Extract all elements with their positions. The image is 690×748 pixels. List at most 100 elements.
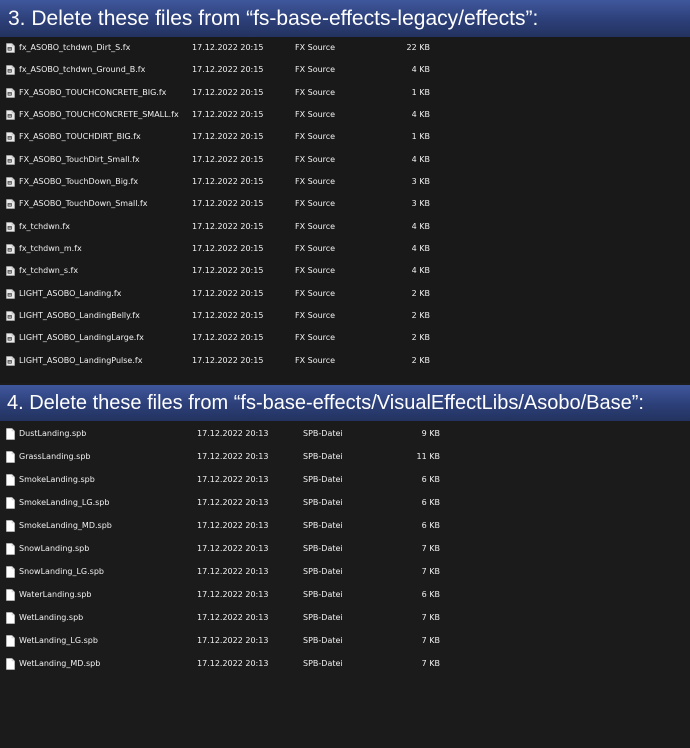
file-type: SPB-Datei: [303, 589, 343, 599]
file-type: SPB-Datei: [303, 658, 343, 668]
file-row[interactable]: fx_tchdwn_s.fx 17.12.2022 20:15 FX Source 4…: [0, 260, 690, 282]
file-name: FX_ASOBO_TouchDirt_Small.fx: [19, 154, 140, 164]
file-size: 6 KB: [421, 520, 440, 530]
blank-file-icon: [6, 634, 15, 647]
file-name: SmokeLanding_LG.spb: [19, 497, 110, 507]
file-row[interactable]: FX_ASOBO_TouchDown_Small.fx 17.12.2022 20…: [0, 193, 690, 215]
blank-file-icon: [6, 565, 15, 578]
fx-file-icon: [6, 355, 15, 366]
section-heading-text: 3. Delete these files from “fs-base-effe…: [8, 7, 539, 30]
file-type: FX Source: [295, 176, 336, 186]
file-date-modified: 17.12.2022 20:15: [192, 355, 264, 365]
file-size: 4 KB: [411, 65, 430, 75]
file-name: WaterLanding.spb: [19, 589, 92, 599]
file-row[interactable]: DustLanding.spb 17.12.2022 20:13 SPB-Datei…: [0, 423, 690, 445]
file-name: fx_tchdwn.fx: [19, 221, 70, 231]
file-size: 7 KB: [421, 635, 440, 645]
file-type: FX Source: [295, 355, 336, 365]
file-date-modified: 17.12.2022 20:13: [197, 566, 269, 576]
blank-file-icon: [6, 474, 15, 486]
file-row[interactable]: LIGHT_ASOBO_LandingLarge.fx 17.12.2022 20…: [0, 327, 690, 349]
file-row[interactable]: FX_ASOBO_TouchDown_Big.fx 17.12.2022 20:1…: [0, 171, 690, 193]
fx-file-icon: [6, 132, 15, 143]
file-size: 7 KB: [421, 566, 440, 576]
blank-file-icon: [6, 611, 15, 624]
file-type: FX Source: [295, 221, 336, 231]
section-heading-text: 4. Delete these files from “fs-base-effe…: [7, 392, 644, 414]
file-row[interactable]: FX_ASOBO_TouchDirt_Small.fx 17.12.2022 20…: [0, 149, 690, 171]
file-date-modified: 17.12.2022 20:15: [192, 199, 264, 209]
file-name: FX_ASOBO_TOUCHCONCRETE_SMALL.fx: [19, 109, 179, 119]
file-type: SPB-Datei: [303, 543, 343, 553]
file-row[interactable]: WetLanding_MD.spb 17.12.2022 20:13 SPB-Dat…: [0, 653, 690, 675]
file-date-modified: 17.12.2022 20:15: [192, 288, 264, 298]
fx-file-icon: [6, 154, 15, 165]
file-row[interactable]: SmokeLanding.spb 17.12.2022 20:13 SPB-Date…: [0, 469, 690, 491]
file-list-legacy-effects: fx_ASOBO_tchdwn_Dirt_S.fx 17.12.2022 20:1…: [0, 37, 690, 383]
file-date-modified: 17.12.2022 20:13: [197, 612, 269, 622]
file-type: FX Source: [295, 333, 336, 343]
file-date-modified: 17.12.2022 20:15: [192, 243, 264, 253]
file-date-modified: 17.12.2022 20:15: [192, 65, 264, 75]
file-name: fx_ASOBO_tchdwn_Ground_B.fx: [19, 65, 146, 75]
file-size: 7 KB: [421, 612, 440, 622]
file-type: FX Source: [295, 266, 336, 276]
file-row[interactable]: LIGHT_ASOBO_LandingPulse.fx 17.12.2022 20…: [0, 350, 690, 372]
fx-file-icon: [6, 221, 15, 232]
file-size: 4 KB: [411, 109, 430, 119]
file-row[interactable]: fx_ASOBO_tchdwn_Dirt_S.fx 17.12.2022 20:1…: [0, 37, 690, 59]
file-size: 4 KB: [411, 154, 430, 164]
fx-file-icon: [6, 177, 15, 187]
file-name: LIGHT_ASOBO_Landing.fx: [19, 288, 122, 298]
file-name: fx_tchdwn_s.fx: [19, 266, 79, 276]
file-date-modified: 17.12.2022 20:15: [192, 87, 264, 97]
file-size: 11 KB: [416, 451, 440, 461]
file-row[interactable]: fx_tchdwn.fx 17.12.2022 20:15 FX Source 4 K…: [0, 216, 690, 238]
file-row[interactable]: SmokeLanding_MD.spb 17.12.2022 20:13 SPB-D…: [0, 515, 690, 537]
file-row[interactable]: SnowLanding.spb 17.12.2022 20:13 SPB-Datei…: [0, 538, 690, 560]
file-size: 1 KB: [411, 87, 430, 97]
file-row[interactable]: LIGHT_ASOBO_Landing.fx 17.12.2022 20:15 FX…: [0, 283, 690, 305]
file-type: FX Source: [295, 109, 336, 119]
blank-file-icon: [6, 519, 15, 532]
file-size: 2 KB: [411, 355, 430, 365]
file-type: SPB-Datei: [303, 429, 343, 438]
file-size: 6 KB: [421, 497, 440, 507]
file-row[interactable]: WetLanding_LG.spb 17.12.2022 20:13 SPB-Dat…: [0, 630, 690, 652]
file-row[interactable]: FX_ASOBO_TOUCHCONCRETE_SMALL.fx 17.12.202…: [0, 104, 690, 126]
file-name: LIGHT_ASOBO_LandingPulse.fx: [19, 355, 143, 365]
file-row[interactable]: fx_ASOBO_tchdwn_Ground_B.fx 17.12.2022 20…: [0, 59, 690, 81]
file-type: SPB-Datei: [303, 566, 343, 576]
fx-file-icon: [6, 65, 15, 76]
file-type: FX Source: [295, 288, 336, 298]
file-row[interactable]: FX_ASOBO_TOUCHCONCRETE_BIG.fx 17.12.2022 …: [0, 82, 690, 104]
file-type: FX Source: [295, 65, 336, 75]
file-name: LIGHT_ASOBO_LandingBelly.fx: [19, 310, 140, 320]
file-name: FX_ASOBO_TouchDown_Small.fx: [19, 199, 148, 209]
file-date-modified: 17.12.2022 20:13: [197, 520, 269, 530]
fx-file-icon: [6, 87, 15, 98]
section-heading-visual-effect-libs: 4. Delete these files from “fs-base-effe…: [0, 385, 690, 421]
file-row[interactable]: SmokeLanding_LG.spb 17.12.2022 20:13 SPB-D…: [0, 492, 690, 514]
file-row[interactable]: fx_tchdwn_m.fx 17.12.2022 20:15 FX Source 4…: [0, 238, 690, 260]
file-row[interactable]: LIGHT_ASOBO_LandingBelly.fx 17.12.2022 20…: [0, 305, 690, 327]
fx-file-icon: [6, 266, 15, 277]
file-type: SPB-Datei: [303, 635, 343, 645]
file-row[interactable]: FX_ASOBO_TOUCHDIRT_BIG.fx 17.12.2022 20:1…: [0, 126, 690, 148]
file-row[interactable]: WaterLanding.spb 17.12.2022 20:13 SPB-Date…: [0, 584, 690, 606]
file-date-modified: 17.12.2022 20:13: [197, 658, 269, 668]
file-row[interactable]: SnowLanding_LG.spb 17.12.2022 20:13 SPB-Da…: [0, 561, 690, 583]
file-date-modified: 17.12.2022 20:15: [192, 154, 264, 164]
file-row[interactable]: GrassLanding.spb 17.12.2022 20:13 SPB-Date…: [0, 446, 690, 468]
fx-file-icon: [6, 110, 15, 120]
file-size: 1 KB: [411, 132, 430, 142]
file-name: SmokeLanding_MD.spb: [19, 520, 112, 530]
file-name: GrassLanding.spb: [19, 451, 91, 461]
file-row[interactable]: WetLanding.spb 17.12.2022 20:13 SPB-Datei 7…: [0, 607, 690, 629]
file-size: 4 KB: [411, 221, 430, 231]
file-type: FX Source: [295, 43, 336, 52]
file-size: 2 KB: [411, 333, 430, 343]
file-name: SnowLanding_LG.spb: [19, 566, 104, 576]
file-size: 4 KB: [411, 243, 430, 253]
fx-file-icon: [6, 43, 15, 53]
